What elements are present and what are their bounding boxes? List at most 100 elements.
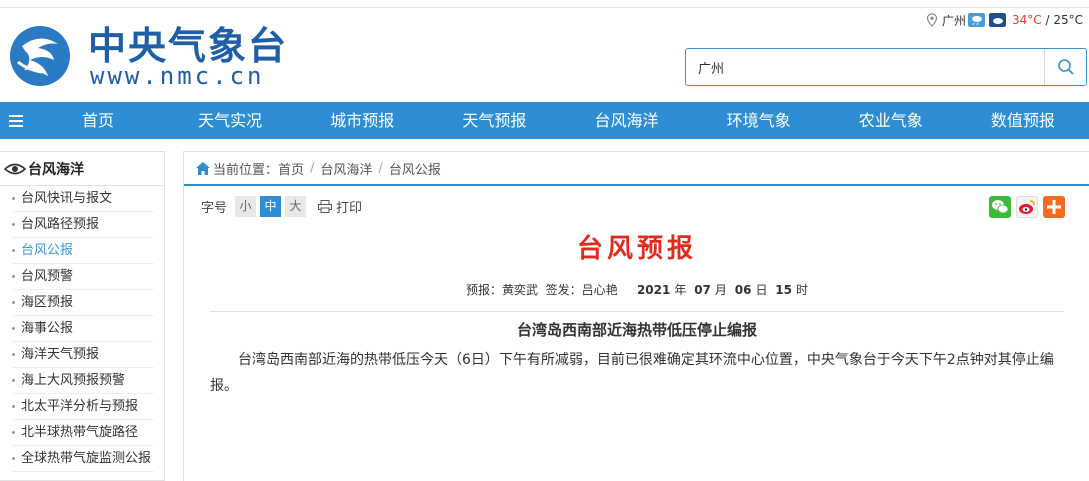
article-title: 台风预报 xyxy=(576,234,697,264)
nav-agriculture[interactable]: 农业气象 xyxy=(825,102,957,139)
sidebar-item-label: 台风公报 xyxy=(21,243,74,258)
menu-button[interactable] xyxy=(0,102,32,139)
year-unit: 年 xyxy=(674,283,687,297)
sidebar-item-typhoon-track[interactable]: 台风路径预报 xyxy=(12,212,154,238)
sidebar-item-label: 海上大风预报预警 xyxy=(21,373,126,388)
sidebar-item-label: 海区预报 xyxy=(21,295,74,310)
breadcrumb-typhoon-ocean[interactable]: 台风海洋 xyxy=(320,159,372,178)
temp-low: 25°C xyxy=(1053,13,1083,27)
issuer-name: 吕心艳 xyxy=(581,283,618,297)
nav-environment[interactable]: 环境气象 xyxy=(693,102,825,139)
printer-icon xyxy=(318,200,333,213)
hamburger-icon xyxy=(9,114,23,127)
article-body: 台湾岛西南部近海的热带低压今天（6日）下午有所减弱，目前已很难确定其环流中心位置… xyxy=(210,352,1054,394)
sidebar-item-sea-area[interactable]: 海区预报 xyxy=(12,290,154,316)
breadcrumb-separator: / xyxy=(310,160,315,176)
main-nav: 首页 天气实况 城市预报 天气预报 台风海洋 环境气象 农业气象 数值预报 xyxy=(0,102,1089,139)
nav-numerical[interactable]: 数值预报 xyxy=(957,102,1089,139)
bullet-icon xyxy=(12,301,15,304)
bullet-icon xyxy=(12,457,15,460)
bullet-icon xyxy=(12,275,15,278)
share-weibo-button[interactable] xyxy=(1016,196,1038,218)
plus-icon xyxy=(1047,200,1061,214)
breadcrumb: 当前位置： 首页 / 台风海洋 / 台风公报 xyxy=(184,152,1089,186)
share-wechat-button[interactable] xyxy=(989,196,1011,218)
hour-unit: 时 xyxy=(796,283,809,297)
font-small-button[interactable]: 小 xyxy=(235,196,257,217)
print-label: 打印 xyxy=(336,201,363,216)
weibo-icon xyxy=(1019,200,1035,214)
bullet-icon xyxy=(12,223,15,226)
bullet-icon xyxy=(12,249,15,252)
article-meta: 预报：黄奕武 签发：吕心艳 2021 年 07 月 06 日 15 时 xyxy=(184,281,1089,298)
sidebar-item-label: 北半球热带气旋路径 xyxy=(21,425,139,440)
search-input[interactable] xyxy=(686,49,1044,85)
issue-year: 2021 xyxy=(636,283,671,297)
weather-city: 广州 xyxy=(942,13,967,28)
sidebar-item-cyclone-track[interactable]: 北半球热带气旋路径 xyxy=(12,420,154,446)
temp-separator: / xyxy=(1041,13,1054,27)
forecaster-label: 预报： xyxy=(465,283,502,297)
search-icon xyxy=(1057,59,1074,75)
sidebar-item-label: 海事公报 xyxy=(21,321,74,336)
sidebar-item-ocean-weather[interactable]: 海洋天气预报 xyxy=(12,342,154,368)
site-logo[interactable]: 中央气象台 www.nmc.cn xyxy=(8,24,286,90)
nav-home[interactable]: 首页 xyxy=(32,102,164,139)
nav-weather-forecast[interactable]: 天气预报 xyxy=(428,102,560,139)
sidebar-item-maritime[interactable]: 海事公报 xyxy=(12,316,154,342)
typhoon-eye-icon xyxy=(4,163,26,174)
sidebar-title: 台风海洋 xyxy=(28,161,84,178)
sidebar-item-label: 台风快讯与报文 xyxy=(21,191,113,206)
bullet-icon xyxy=(12,327,15,330)
sidebar-item-label: 台风预警 xyxy=(21,269,74,284)
sidebar-item-label: 北太平洋分析与预报 xyxy=(21,399,139,414)
breadcrumb-separator: / xyxy=(378,160,383,176)
cloudy-night-icon xyxy=(989,13,1007,27)
sidebar-item-north-pacific[interactable]: 北太平洋分析与预报 xyxy=(12,394,154,420)
breadcrumb-home[interactable]: 首页 xyxy=(278,159,304,178)
sidebar-item-label: 台风路径预报 xyxy=(21,217,100,232)
bullet-icon xyxy=(12,405,15,408)
sidebar-item-typhoon-news[interactable]: 台风快讯与报文 xyxy=(12,186,154,212)
font-medium-button[interactable]: 中 xyxy=(260,196,282,217)
sidebar-item-global-cyclone[interactable]: 全球热带气旋监测公报 xyxy=(12,446,154,472)
sidebar-item-typhoon-bulletin[interactable]: 台风公报 xyxy=(12,238,154,264)
nav-typhoon-ocean[interactable]: 台风海洋 xyxy=(561,102,693,139)
nav-city-forecast[interactable]: 城市预报 xyxy=(296,102,428,139)
issuer-label: 签发： xyxy=(545,283,582,297)
font-large-button[interactable]: 大 xyxy=(285,196,307,217)
home-icon xyxy=(196,161,210,175)
nav-weather-observation[interactable]: 天气实况 xyxy=(164,102,296,139)
font-size-label: 字号 xyxy=(201,201,228,216)
sidebar-header: 台风海洋 xyxy=(0,152,164,186)
location-pin-icon xyxy=(926,13,938,27)
logo-url-text: www.nmc.cn xyxy=(90,62,265,90)
issue-hour: 15 xyxy=(775,283,792,297)
print-button[interactable]: 打印 xyxy=(318,197,362,216)
bullet-icon xyxy=(12,197,15,200)
bullet-icon xyxy=(12,431,15,434)
day-unit: 日 xyxy=(755,283,768,297)
share-buttons xyxy=(984,196,1065,218)
breadcrumb-prefix: 当前位置： xyxy=(213,162,279,178)
month-unit: 月 xyxy=(714,283,727,297)
top-strip xyxy=(0,0,1089,8)
issue-day: 06 xyxy=(734,283,752,297)
rain-weather-icon xyxy=(968,13,986,27)
search-button[interactable] xyxy=(1044,49,1086,85)
breadcrumb-current[interactable]: 台风公报 xyxy=(389,159,441,178)
temp-high: 34°C xyxy=(1012,13,1042,27)
issue-month: 07 xyxy=(694,283,711,297)
bullet-icon xyxy=(12,379,15,382)
share-more-button[interactable] xyxy=(1043,196,1065,218)
local-weather[interactable]: 广州 34°C / 25°C xyxy=(926,10,1083,30)
article-subtitle: 台湾岛西南部近海热带低压停止编报 xyxy=(516,321,757,339)
bullet-icon xyxy=(12,353,15,356)
forecaster-name: 黄奕武 xyxy=(502,283,539,297)
main-content: 当前位置： 首页 / 台风海洋 / 台风公报 字号 小 中 大 打印 台风预报 … xyxy=(183,151,1089,481)
sidebar-item-typhoon-warning[interactable]: 台风预警 xyxy=(12,264,154,290)
sidebar-item-gale-warning[interactable]: 海上大风预报预警 xyxy=(12,368,154,394)
sidebar-item-label: 海洋天气预报 xyxy=(21,347,100,362)
wechat-icon xyxy=(992,200,1009,214)
sidebar: 台风海洋 台风快讯与报文 台风路径预报 台风公报 台风预警 海区预报 海事公报 … xyxy=(0,151,165,481)
